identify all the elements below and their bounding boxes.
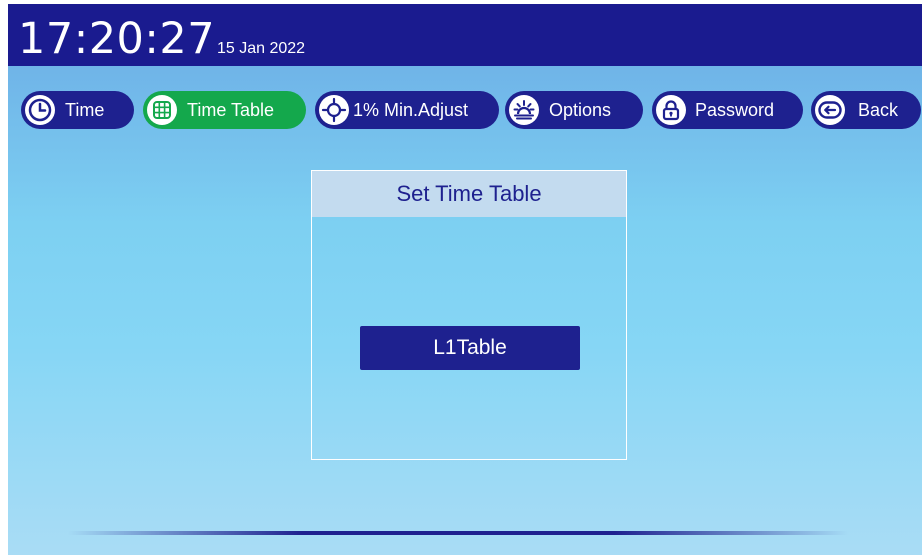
top-status-bar: 17:20:27 15 Jan 2022	[8, 4, 922, 66]
l1-table-button[interactable]: L1Table	[360, 326, 580, 370]
menu-item-label: Time Table	[187, 100, 275, 120]
menu-item-min-adjust[interactable]: 1% Min.Adjust	[315, 91, 499, 129]
clock-icon	[25, 95, 55, 125]
lock-icon	[656, 95, 686, 125]
device-screen: 17:20:27 15 Jan 2022 Time Time Table 1% …	[8, 4, 922, 555]
main-menu: Time Time Table 1% Min.Adjust Options Pa…	[21, 91, 921, 129]
clock-time: 17:20:27	[18, 14, 216, 64]
back-arrow-icon	[815, 95, 845, 125]
menu-item-label: 1% Min.Adjust	[353, 100, 469, 120]
sunrise-icon	[509, 95, 539, 125]
menu-item-back[interactable]: Back	[811, 91, 921, 129]
menu-item-options[interactable]: Options	[505, 91, 643, 129]
crosshair-icon	[319, 95, 349, 125]
menu-item-label: Back	[858, 100, 899, 120]
menu-item-time[interactable]: Time	[21, 91, 134, 129]
bottom-divider	[68, 531, 848, 535]
clock-date: 15 Jan 2022	[217, 40, 306, 57]
panel-title: Set Time Table	[312, 171, 626, 217]
menu-item-label: Time	[65, 100, 105, 120]
grid-icon	[147, 95, 177, 125]
time-table-panel: Set Time Table L1Table	[311, 170, 627, 460]
menu-item-label: Password	[695, 100, 775, 120]
menu-item-time-table[interactable]: Time Table	[143, 91, 306, 129]
menu-item-password[interactable]: Password	[652, 91, 803, 129]
menu-item-label: Options	[549, 100, 612, 120]
